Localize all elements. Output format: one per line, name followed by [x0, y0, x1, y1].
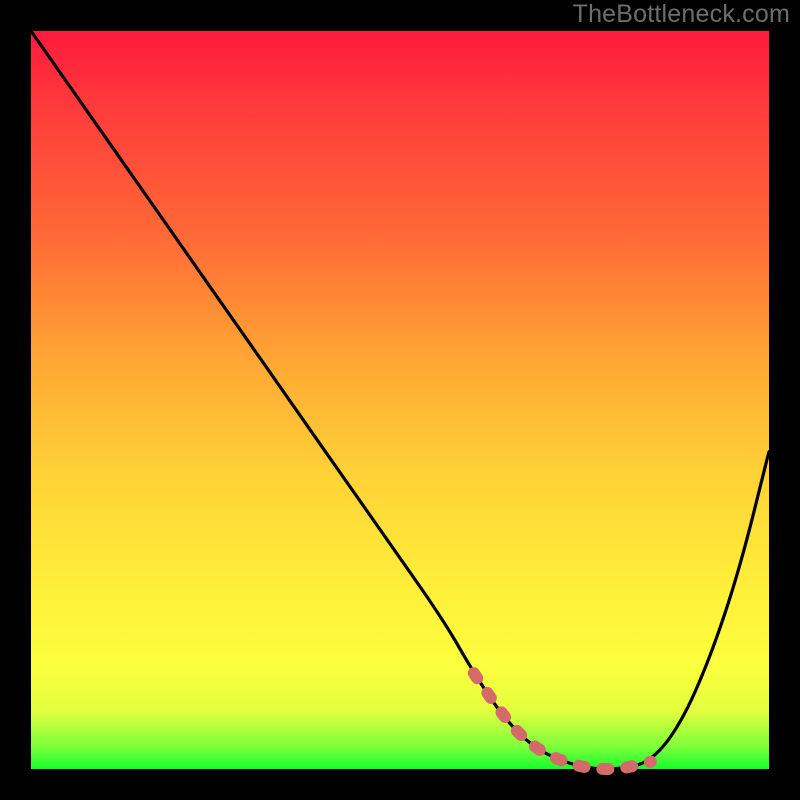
optimal-range-highlight: [474, 673, 651, 769]
chart-frame: TheBottleneck.com: [0, 0, 800, 800]
watermark-text: TheBottleneck.com: [573, 0, 790, 29]
curve-layer: [31, 31, 769, 769]
bottleneck-curve: [31, 31, 769, 769]
